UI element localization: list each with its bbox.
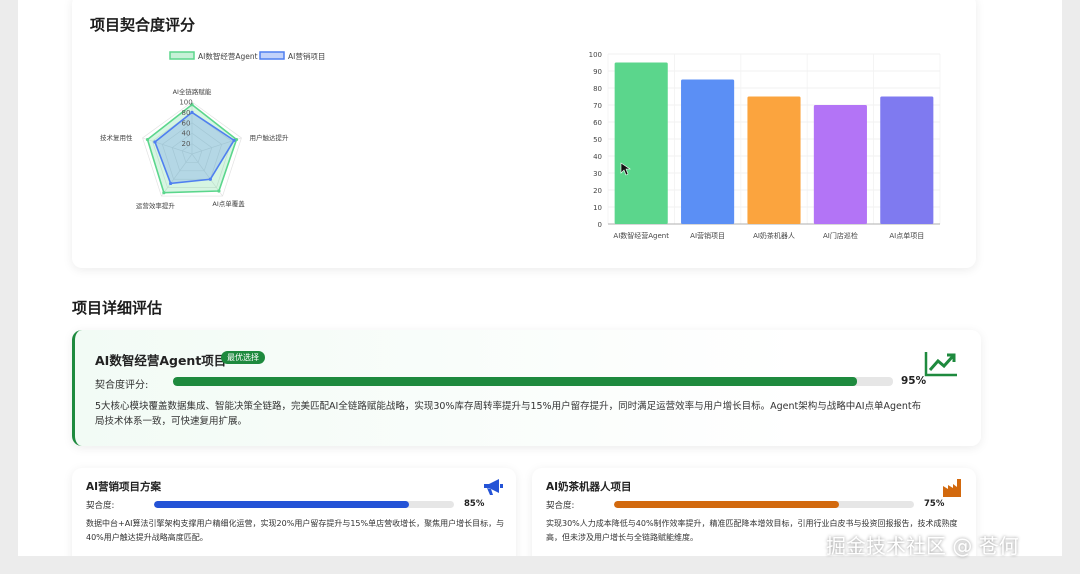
legend-swatch (259, 51, 285, 60)
bar-y-tick-label: 30 (593, 170, 602, 178)
bar-category-label: AI数智经营Agent (613, 231, 669, 240)
radar-chart: AI数智经营Agent AI营销项目 20 40 60 80 100 AI全链路赋能用户触达提… (100, 51, 325, 210)
bar-chart: 0 10 20 30 40 50 60 70 80 90 100 AI数智经营Agent AI营销项目 A… (589, 51, 941, 240)
bar-y-tick-label: 100 (589, 51, 602, 59)
radar-point (217, 189, 221, 193)
radar-tick-label: 60 (182, 119, 191, 127)
radar-point (190, 110, 194, 114)
bar-y-tick-label: 80 (593, 85, 602, 93)
bar (813, 105, 867, 224)
bar (681, 79, 735, 224)
factory-icon (943, 479, 961, 497)
trend-up-icon (924, 352, 957, 377)
project-name: AI奶茶机器人项目 (546, 481, 632, 493)
radar-point (232, 138, 236, 142)
bar-y-tick-label: 90 (593, 68, 602, 76)
detail-section-title: 项目详细评估 (72, 299, 163, 317)
project-score-label: 契合度: (546, 501, 575, 511)
legend-label: AI数智经营Agent (198, 51, 258, 61)
watermark: 掘金技术社区 @ 苍何 (826, 534, 1019, 558)
featured-project-name: AI数智经营Agent项目 (95, 353, 227, 368)
featured-description: 5大核心模块覆盖数据集成、智能决策全链路，完美匹配AI全链路赋能战略，实现30%… (95, 401, 922, 427)
project-score-value: 85% (464, 499, 485, 509)
bar-y-tick-label: 0 (598, 221, 602, 229)
legend-swatch (169, 51, 195, 60)
featured-score-label: 契合度评分: (95, 380, 149, 391)
project-score-value: 75% (924, 499, 945, 509)
bar-category-label: AI奶茶机器人 (753, 231, 795, 240)
page: 项目契合度评分 AI数智经营Agent AI营销项目 20 40 60 80 100 AI全链… (18, 0, 1062, 556)
radar-axis-label: AI点单覆盖 (212, 199, 245, 208)
radar-axis-label: AI全链路赋能 (173, 87, 212, 96)
bar-y-tick-label: 20 (593, 187, 602, 195)
chart-card: 项目契合度评分 AI数智经营Agent AI营销项目 20 40 60 80 100 AI全链… (72, 0, 976, 268)
bar-y-tick-label: 10 (593, 204, 602, 212)
project-card-marketing[interactable]: AI营销项目方案 契合度: 85% 数据中台+AI算法引擎架构支撑用户精细化运营… (72, 468, 516, 556)
radar-point (145, 137, 150, 142)
radar-tick-label: 100 (179, 99, 192, 107)
project-score-track (154, 501, 454, 508)
mouse-cursor-icon (620, 162, 631, 176)
bar-category-label: AI点单项目 (889, 231, 924, 240)
radar-axis-label: 运营效率提升 (136, 201, 176, 210)
megaphone-icon (484, 479, 503, 495)
radar-tick-label: 20 (182, 140, 191, 148)
bar-category-label: AI营销项目 (690, 231, 725, 240)
radar-tick-label: 80 (182, 109, 191, 117)
featured-project-card[interactable]: AI数智经营Agent项目 最优选择 契合度评分: 95% 5大核心模块覆盖数据… (72, 330, 981, 446)
radar-point (208, 177, 212, 181)
radar-point (153, 140, 157, 144)
radar-axis-label: 技术复用性 (100, 133, 133, 142)
featured-score-fill (173, 377, 857, 386)
project-score-track (614, 501, 914, 508)
legend-label: AI营销项目 (288, 51, 325, 61)
bar (614, 62, 668, 224)
project-score-fill (154, 501, 409, 508)
bar-category-label: AI门店巡检 (823, 231, 858, 240)
best-choice-badge: 最优选择 (221, 351, 265, 364)
bar-y-tick-label: 70 (593, 102, 602, 110)
bar (880, 96, 934, 224)
project-description: 数据中台+AI算法引擎架构支撑用户精细化运营，实现20%用户留存提升与15%单店… (86, 519, 505, 542)
project-score-label: 契合度: (86, 501, 115, 511)
project-score-fill (614, 501, 839, 508)
bar (747, 96, 801, 224)
radar-tick-label: 40 (182, 130, 191, 138)
bar-y-tick-label: 50 (593, 136, 602, 144)
bar-y-tick-label: 40 (593, 153, 602, 161)
radar-point (169, 181, 173, 186)
featured-score-track (173, 377, 893, 386)
project-name: AI营销项目方案 (86, 481, 162, 493)
radar-point (162, 191, 166, 195)
chart-section-title: 项目契合度评分 (90, 16, 196, 34)
bar-y-tick-label: 60 (593, 119, 602, 127)
radar-axis-label: 用户触达提升 (249, 133, 289, 142)
